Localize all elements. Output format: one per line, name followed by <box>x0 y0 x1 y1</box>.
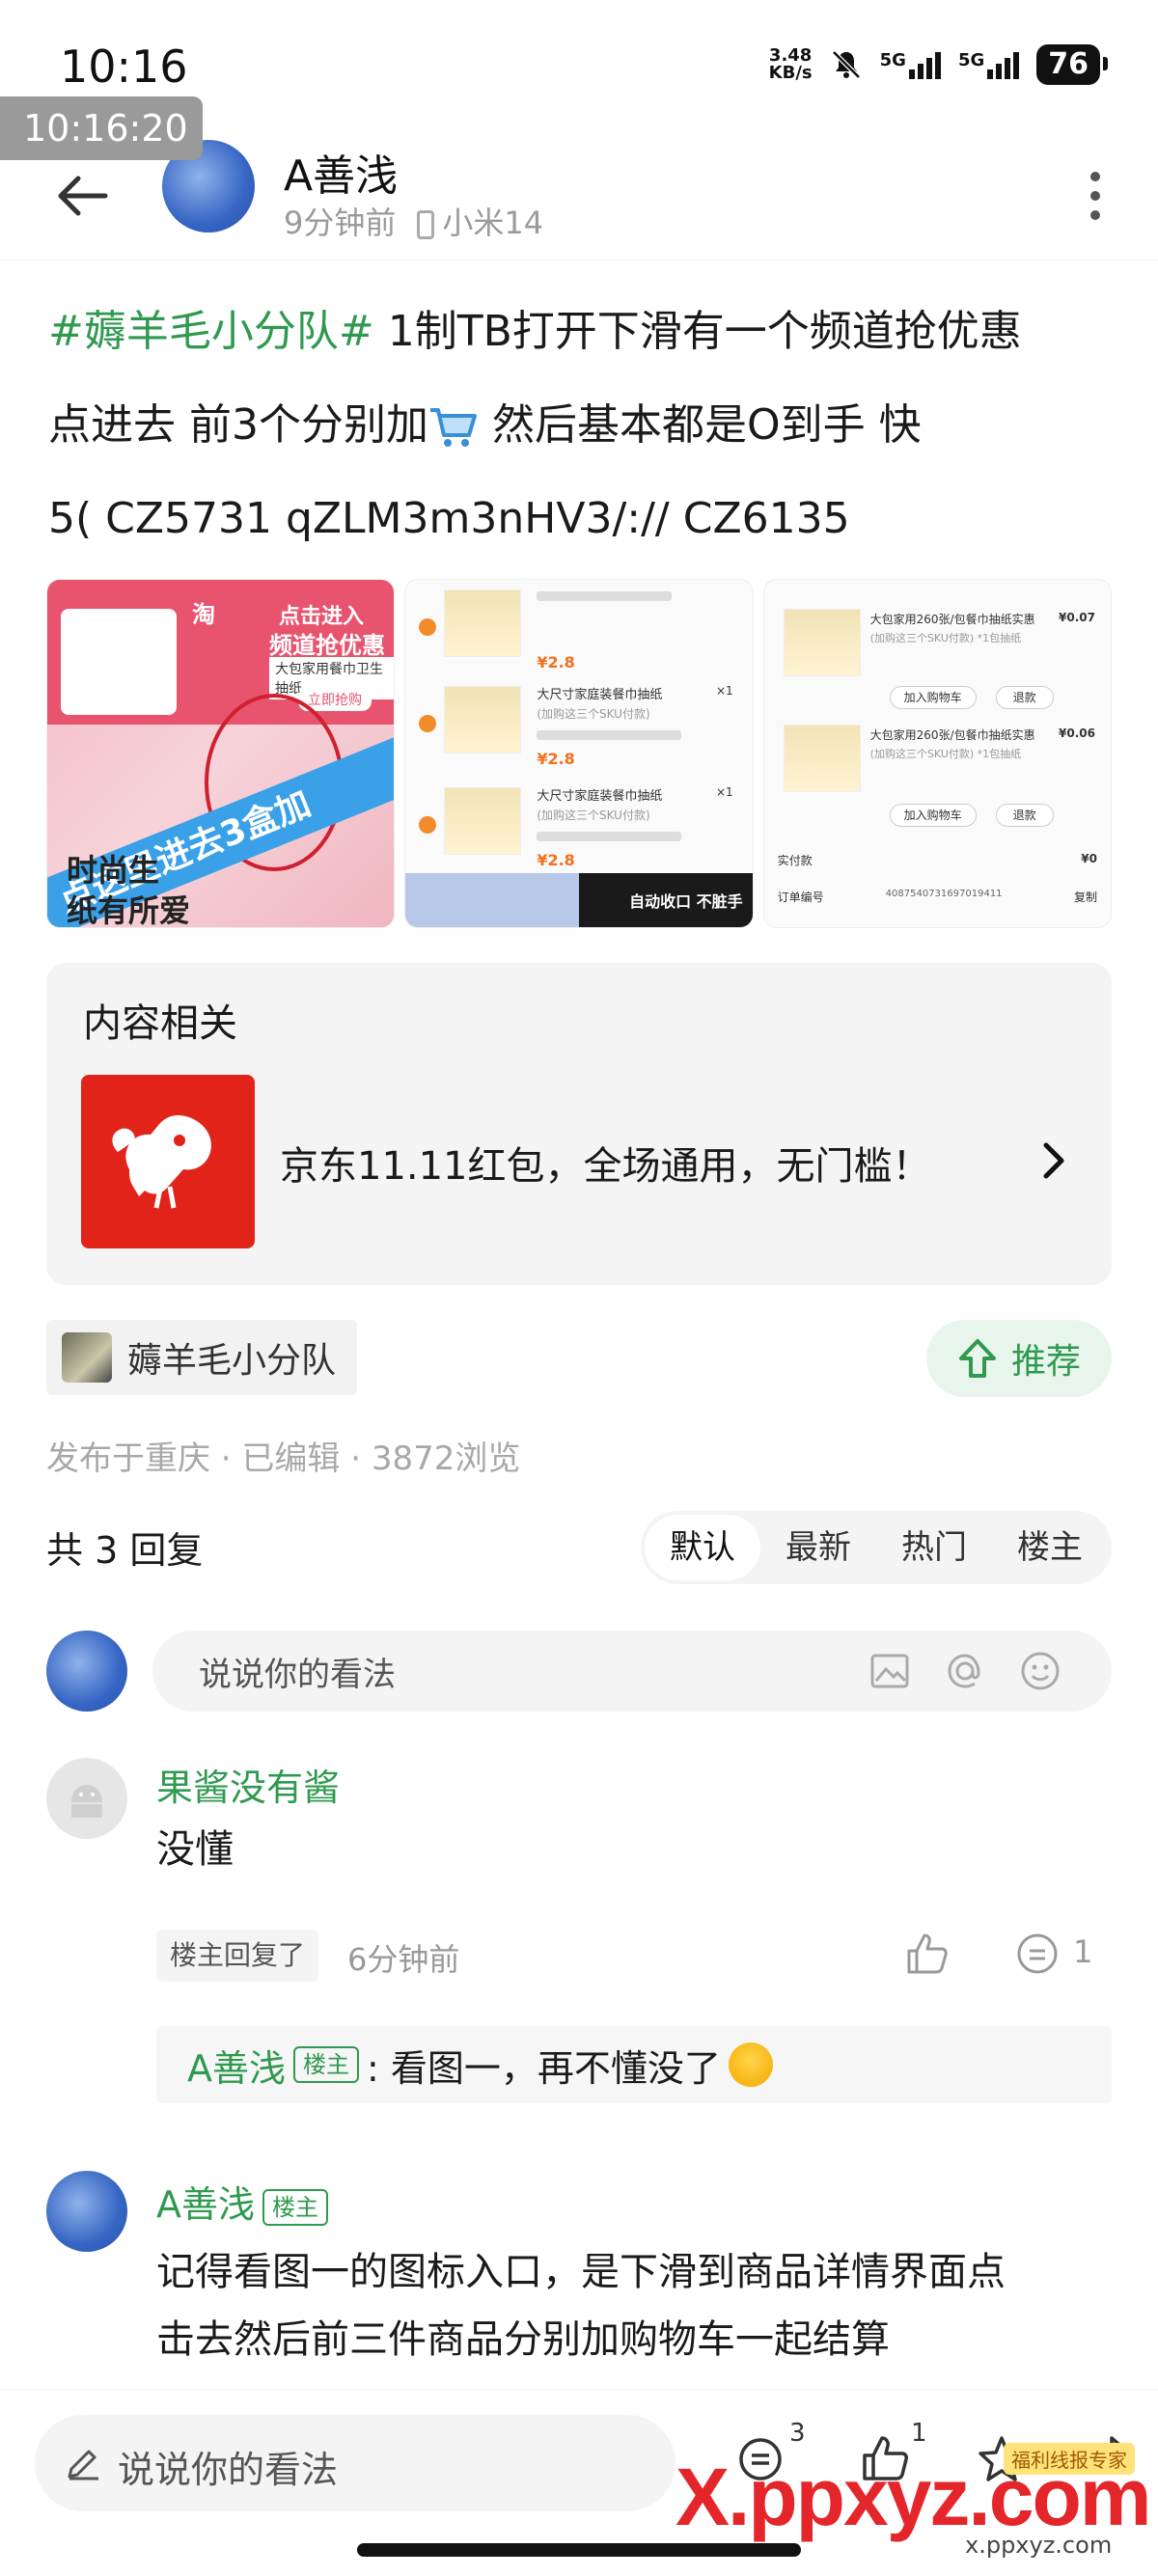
tab-default[interactable]: 默认 <box>645 1515 760 1580</box>
status-icons: 3.48 KB/s 5G 5G 76 <box>768 44 1108 85</box>
nested-reply[interactable]: A善浅 楼主 : 看图一，再不懂没了 <box>156 2026 1112 2103</box>
op-badge: 楼主 <box>293 2046 359 2083</box>
commenter-avatar[interactable] <box>46 2171 127 2252</box>
post-line-2: 点进去 前3个分别加 然后基本都是O到手 快 <box>48 400 922 450</box>
nested-reply-text: : 看图一，再不懂没了 <box>367 2046 721 2090</box>
battery-indicator: 76 <box>1036 44 1108 85</box>
author-meta: 9分钟前 小米14 <box>284 199 543 243</box>
tissue-product-image <box>61 609 177 715</box>
publish-meta: 发布于重庆 · 已编辑 · 3872浏览 <box>46 1439 521 1478</box>
sunglasses-emoji-icon <box>728 2042 773 2087</box>
mute-bell-icon <box>831 50 861 79</box>
nested-reply-author[interactable]: A善浅 <box>187 2039 286 2092</box>
my-avatar <box>46 1631 127 1712</box>
at-mention-icon[interactable] <box>944 1650 986 1692</box>
tab-op[interactable]: 楼主 <box>992 1515 1108 1580</box>
related-title: 内容相关 <box>83 1001 237 1046</box>
bottom-comment-input[interactable]: 说说你的看法 <box>35 2415 676 2511</box>
comment-text: 没懂 <box>156 1827 234 1872</box>
reply-count-badge: 1 <box>1073 1933 1093 1970</box>
status-time: 10:16 <box>60 41 188 93</box>
jd-dog-icon <box>112 1115 211 1209</box>
reply-sort-tabs: 默认 最新 热门 楼主 <box>641 1511 1112 1584</box>
pen-icon <box>68 2450 98 2480</box>
reply-button[interactable] <box>1013 1930 1062 1978</box>
comment-input[interactable]: 说说你的看法 <box>152 1631 1112 1712</box>
more-options-button[interactable] <box>1081 162 1110 230</box>
group-thumbnail <box>62 1332 112 1383</box>
author-name[interactable]: A善浅 <box>284 141 398 203</box>
group-tag[interactable]: 薅羊毛小分队 <box>46 1320 358 1395</box>
screenshot-time-overlay: 10:16:20 <box>0 96 203 160</box>
commenter-avatar[interactable] <box>46 1758 127 1839</box>
comment-author: A善浅 楼主 <box>156 2175 336 2228</box>
arrow-up-icon <box>958 1339 996 1378</box>
post-image-3[interactable]: 大包家用260张/包餐巾抽纸实惠 (加购这三个SKU付款) *1包抽纸 ¥0.0… <box>762 579 1112 928</box>
op-badge: 楼主 <box>262 2188 328 2226</box>
post-image-1[interactable]: 淘 点击进入 频道抢优惠 大包家用餐巾卫生抽纸 立即抢购 点这里进去3盒加 时尚… <box>46 579 396 928</box>
like-count: 1 <box>911 2419 927 2448</box>
hashtag-link[interactable]: #薅羊毛小分队# <box>48 307 374 356</box>
like-button[interactable] <box>903 1930 951 1978</box>
signal-2-icon: 5G <box>958 50 1020 79</box>
dot-icon <box>1090 172 1100 181</box>
tab-hot[interactable]: 热门 <box>876 1515 992 1580</box>
post-content: #薅羊毛小分队# 1制TB打开下滑有一个频道抢优惠 点进去 前3个分别加 然后基… <box>48 285 1119 565</box>
jd-logo[interactable] <box>81 1075 255 1248</box>
device-info: 小米14 <box>417 199 543 243</box>
comment-author[interactable]: 果酱没有酱 <box>156 1758 340 1811</box>
post-images: 淘 点击进入 频道抢优惠 大包家用餐巾卫生抽纸 立即抢购 点这里进去3盒加 时尚… <box>46 579 1112 928</box>
reply-count: 共 3 回复 <box>46 1529 204 1572</box>
watermark-badge: 福利线报专家 <box>1004 2443 1135 2475</box>
related-content-card: 内容相关 京东11.11红包，全场通用，无门槛！ <box>46 963 1112 1285</box>
post-line-3: 5( CZ5731 qZLM3m3nHV3/:// CZ6135 <box>48 494 850 543</box>
comment-time: 6分钟前 <box>347 1941 460 1978</box>
group-name: 薅羊毛小分队 <box>127 1341 337 1381</box>
post-time: 9分钟前 <box>284 205 397 241</box>
related-item-text[interactable]: 京东11.11红包，全场通用，无门槛！ <box>280 1135 931 1191</box>
signal-1-icon: 5G <box>880 50 941 79</box>
watermark-sub: x.ppxyz.com <box>965 2532 1113 2559</box>
thumbs-up-icon <box>907 1933 948 1974</box>
comment-icon <box>1017 1933 1058 1974</box>
related-arrow-button[interactable] <box>1034 1137 1073 1185</box>
android-avatar-icon <box>71 1785 102 1818</box>
gesture-bar[interactable] <box>357 2543 801 2557</box>
post-image-2[interactable]: ¥2.8 大尺寸家庭装餐巾抽纸 (加购这三个SKU付款) ×1 ¥2.8 大尺寸… <box>404 579 754 928</box>
emoji-icon[interactable] <box>1019 1650 1062 1692</box>
comment-text: 记得看图一的图标入口，是下滑到商品详情界面点 击去然后前三件商品分别加购物车一起… <box>156 2250 1006 2362</box>
post-line-1: #薅羊毛小分队# 1制TB打开下滑有一个频道抢优惠 <box>48 307 1022 356</box>
back-button[interactable] <box>48 162 116 230</box>
arrow-left-icon <box>58 176 108 216</box>
op-replied-badge: 楼主回复了 <box>156 1930 319 1982</box>
net-speed: 3.48 KB/s <box>768 45 813 83</box>
image-icon[interactable] <box>868 1650 911 1692</box>
recommend-button[interactable]: 推荐 <box>926 1320 1112 1397</box>
comment-count: 3 <box>789 2419 806 2448</box>
phone-icon <box>417 210 435 239</box>
chevron-right-icon <box>1043 1142 1064 1179</box>
shopping-cart-icon <box>429 408 477 447</box>
tab-latest[interactable]: 最新 <box>760 1515 876 1580</box>
